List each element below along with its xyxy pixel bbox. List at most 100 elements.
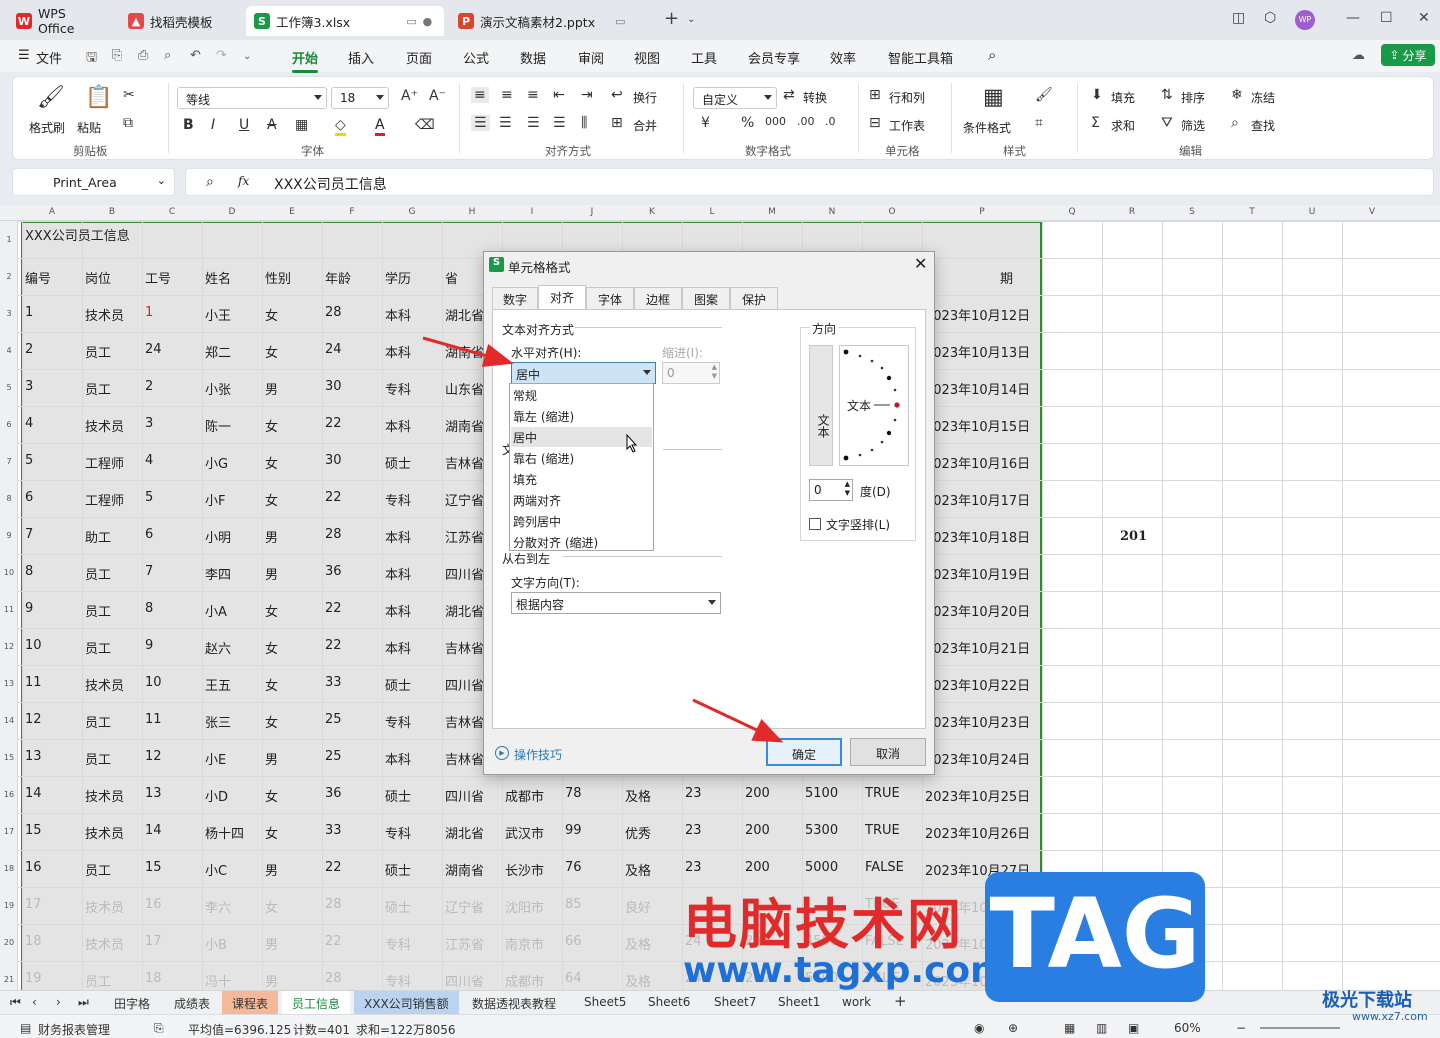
cell[interactable]: 200 — [745, 860, 770, 875]
option-justify[interactable]: 两端对齐 — [513, 492, 561, 509]
cut-icon[interactable]: ✂ — [123, 87, 135, 103]
redo-icon[interactable]: ↷ — [216, 48, 227, 63]
cell[interactable]: 18 — [145, 971, 162, 986]
cell[interactable]: 优秀 — [625, 823, 651, 842]
cell[interactable]: 2 — [25, 342, 33, 357]
tab-number[interactable]: 数字 — [492, 287, 538, 309]
align-bottom-icon[interactable]: ≡ — [527, 87, 539, 103]
tab-alignment[interactable]: 对齐 — [538, 285, 586, 309]
eraser-icon[interactable]: ⌫ — [415, 117, 435, 133]
freeze-button[interactable]: 冻结 — [1251, 89, 1275, 106]
wrap-icon[interactable]: ↩ — [611, 87, 623, 103]
cell[interactable]: 2023年10月21日 — [925, 638, 1030, 657]
first-sheet-icon[interactable]: ⏮ — [6, 995, 25, 1010]
cell[interactable]: 本科 — [385, 527, 411, 546]
freeze-icon[interactable]: ❄ — [1231, 87, 1243, 103]
row-header[interactable]: 17 — [0, 827, 18, 836]
cell[interactable]: 女 — [265, 416, 278, 435]
cell[interactable]: 女 — [265, 453, 278, 472]
cell[interactable]: 年龄 — [325, 268, 351, 287]
cell[interactable]: 17 — [145, 934, 162, 949]
cell[interactable]: 30 — [325, 379, 342, 394]
row-header[interactable]: 9 — [0, 531, 18, 540]
cell[interactable]: 赵六 — [205, 638, 231, 657]
undo-icon[interactable]: ↶ — [190, 48, 201, 63]
cell[interactable]: 郑二 — [205, 342, 231, 361]
font-name-select[interactable]: 等线 — [177, 87, 327, 109]
cell[interactable]: 本科 — [385, 342, 411, 361]
cell[interactable]: 25 — [325, 749, 342, 764]
copy-icon[interactable]: ⧉ — [123, 115, 133, 131]
cell[interactable]: 员工 — [85, 638, 111, 657]
cell[interactable]: 专科 — [385, 712, 411, 731]
cell[interactable]: 及格 — [625, 934, 651, 953]
menu-home[interactable]: 开始 — [292, 48, 319, 73]
fx-icon[interactable]: fx — [238, 174, 249, 188]
cell[interactable]: 女 — [265, 601, 278, 620]
sheet-tab[interactable]: work — [832, 995, 881, 1009]
column-header[interactable]: V — [1342, 207, 1402, 217]
column-header[interactable]: M — [742, 207, 802, 217]
cell[interactable]: 硕士 — [385, 675, 411, 694]
cell[interactable]: 男 — [265, 527, 278, 546]
cell[interactable]: 2 — [145, 379, 153, 394]
cell[interactable]: 3 — [145, 416, 153, 431]
sheet-tab[interactable]: 课程表 — [222, 991, 279, 1016]
cell[interactable]: 2023年10月17日 — [925, 490, 1030, 509]
cell[interactable]: 女 — [265, 675, 278, 694]
cell[interactable]: 33 — [325, 675, 342, 690]
cell[interactable]: 2023年10月15日 — [925, 416, 1030, 435]
worksheet-icon[interactable]: ⊟ — [869, 115, 881, 131]
cell[interactable]: 武汉市 — [505, 823, 544, 842]
close-icon[interactable]: ✕ — [1418, 10, 1430, 26]
justify-icon[interactable]: ☰ — [553, 115, 566, 131]
menu-insert[interactable]: 插入 — [348, 48, 374, 67]
cell[interactable]: 28 — [325, 971, 342, 986]
row-header[interactable]: 13 — [0, 679, 18, 688]
link-icon[interactable]: ⎘ — [112, 48, 122, 63]
cell[interactable]: 2023年10月20日 — [925, 601, 1030, 620]
chevron-down-icon[interactable]: ⌄ — [687, 14, 695, 25]
next-sheet-icon[interactable]: › — [52, 995, 65, 1009]
cell[interactable]: 2023年10月22日 — [925, 675, 1030, 694]
cell[interactable]: 小王 — [205, 305, 231, 324]
cell[interactable]: 15 — [25, 823, 42, 838]
cell[interactable]: 23 — [685, 860, 702, 875]
cell[interactable]: 小B — [205, 934, 227, 953]
cell[interactable]: 江苏省 — [445, 934, 484, 953]
tab-docer[interactable]: ▲ 找稻壳模板 — [120, 6, 242, 36]
row-col-icon[interactable]: ⊞ — [869, 87, 881, 103]
cell[interactable]: 11 — [145, 712, 162, 727]
paste-button[interactable]: 粘贴 — [77, 119, 101, 136]
cell[interactable]: 2023年10月16日 — [925, 453, 1030, 472]
cell[interactable]: FALSE — [865, 860, 904, 875]
unsaved-dot-icon[interactable]: ● — [423, 15, 433, 28]
cell[interactable]: 四川省 — [445, 971, 484, 990]
share-button[interactable]: ⇪ 分享 — [1381, 44, 1435, 66]
cell[interactable]: 16 — [145, 897, 162, 912]
menu-tools[interactable]: 工具 — [691, 48, 717, 67]
cell[interactable]: 10 — [145, 675, 162, 690]
column-header[interactable]: J — [562, 207, 622, 217]
font-shrink-icon[interactable]: A⁻ — [429, 88, 446, 104]
cloud-icon[interactable]: ☁ — [1352, 48, 1365, 63]
cancel-button[interactable]: 取消 — [850, 738, 926, 766]
menu-file[interactable]: 文件 — [36, 48, 62, 67]
cell[interactable]: 17 — [25, 897, 42, 912]
cell[interactable]: 员工 — [85, 971, 111, 990]
cell[interactable]: 8 — [25, 564, 33, 579]
option-left-indent[interactable]: 靠左 (缩进) — [513, 408, 574, 425]
cell[interactable]: 66 — [565, 934, 582, 949]
cell[interactable]: 女 — [265, 305, 278, 324]
cell[interactable]: 7 — [145, 564, 153, 579]
format-painter-button[interactable]: 格式刷 — [29, 119, 65, 136]
sum-button[interactable]: 求和 — [1111, 117, 1135, 134]
prev-sheet-icon[interactable]: ‹ — [28, 995, 41, 1009]
tab-protection[interactable]: 保护 — [730, 287, 778, 309]
merge-button[interactable]: 合并 — [633, 117, 657, 134]
cell[interactable]: 长沙市 — [505, 860, 544, 879]
cell[interactable]: 22 — [325, 416, 342, 431]
row-header[interactable]: 15 — [0, 753, 18, 762]
sheet-tab[interactable]: Sheet1 — [768, 995, 830, 1009]
column-header[interactable]: N — [802, 207, 862, 217]
